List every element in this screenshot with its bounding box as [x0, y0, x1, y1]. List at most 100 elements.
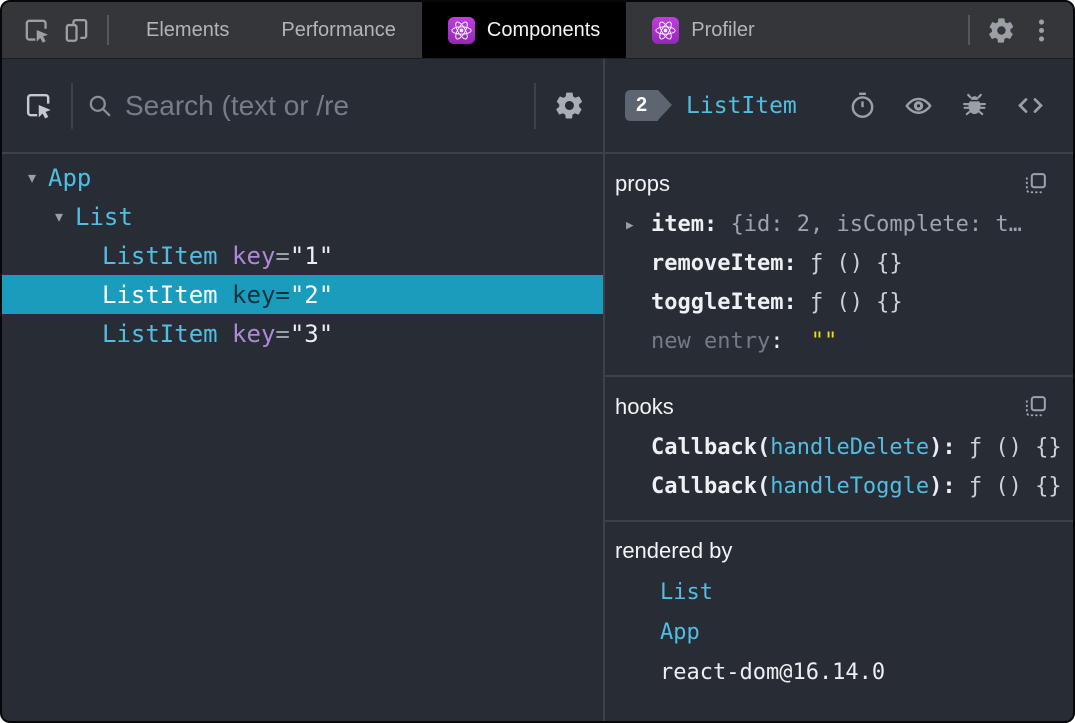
eye-icon[interactable]	[904, 91, 933, 120]
bug-icon[interactable]	[960, 91, 989, 120]
react-logo-icon	[652, 16, 680, 44]
section-title-row: hooks	[605, 381, 1073, 428]
key-attribute-value: "3"	[289, 319, 334, 348]
component-name: List	[75, 202, 133, 231]
section-rendered-by: rendered by List App react-dom@16.14.0	[605, 522, 1073, 721]
prop-row[interactable]: toggleItem: ƒ () {}	[605, 283, 1073, 322]
equals-sign: =	[275, 280, 290, 309]
prop-value: ƒ () {}	[809, 251, 903, 276]
tab-label: Components	[486, 18, 601, 41]
separator: :	[783, 290, 810, 315]
hook-value: ƒ () {}	[968, 474, 1062, 499]
tree-row[interactable]: ListItem key = "2"	[2, 275, 603, 314]
component-name: App	[48, 163, 92, 192]
expand-arrow-icon[interactable]: ▾	[16, 168, 48, 187]
key-attribute-name: key	[232, 280, 276, 309]
section-title: hooks	[615, 393, 674, 419]
tree-row[interactable]: ListItem key = "3"	[2, 314, 603, 353]
timer-icon[interactable]	[848, 91, 877, 120]
prop-name: item	[651, 212, 704, 237]
space[interactable]	[218, 242, 232, 270]
hook-type: Callback	[651, 474, 757, 499]
key-attribute-name: key	[232, 241, 276, 270]
component-tree: ▾ App ▾ List ListItem key = "1" ListItem key = "2…	[2, 154, 603, 721]
expand-arrow-icon[interactable]: ▾	[43, 207, 75, 226]
separator: :	[770, 329, 797, 354]
paren: )	[929, 474, 943, 499]
key-attribute-value: "1"	[289, 241, 334, 270]
tab-strip: Elements Performance Components Profiler	[120, 2, 781, 58]
tabbar-right-controls	[957, 2, 1073, 58]
toolbar-divider	[107, 15, 109, 45]
paren: (	[756, 474, 771, 499]
separator: :	[703, 212, 731, 237]
section-hooks: hooks Callback(handleDelete): ƒ () {} Call…	[605, 377, 1073, 522]
hook-type: Callback	[651, 435, 757, 460]
hook-name: handleDelete	[770, 435, 930, 460]
prop-row[interactable]: new entry: ""	[605, 322, 1073, 361]
rendered-by-row[interactable]: App	[605, 612, 1073, 652]
copy-icon[interactable]	[1022, 170, 1049, 197]
paren: )	[929, 435, 943, 460]
search-icon	[86, 92, 113, 119]
hook-name: handleToggle	[770, 474, 930, 499]
rendered-by-row[interactable]: List	[605, 572, 1073, 612]
section-title-row: props	[605, 158, 1073, 205]
tab-performance[interactable]: Performance	[255, 2, 422, 58]
tab-elements[interactable]: Elements	[120, 2, 255, 58]
more-options-icon[interactable]	[1021, 10, 1061, 50]
hook-row[interactable]: Callback(handleDelete): ƒ () {}	[605, 428, 1073, 467]
tree-settings-icon[interactable]	[549, 86, 589, 126]
space[interactable]	[218, 281, 232, 309]
tab-label: Profiler	[691, 18, 755, 41]
hook-value: ƒ () {}	[968, 435, 1062, 460]
tree-row[interactable]: ▾ App	[2, 158, 603, 197]
devtools-settings-icon[interactable]	[981, 10, 1021, 50]
prop-value: ƒ () {}	[809, 290, 903, 315]
prop-value[interactable]: ""	[811, 329, 838, 354]
search-box	[86, 89, 521, 122]
owner-component-link[interactable]: App	[660, 620, 700, 645]
new-entry-name[interactable]: new entry	[651, 329, 770, 354]
component-name: ListItem	[102, 241, 218, 270]
toolbar-divider	[534, 82, 536, 129]
device-toolbar-icon[interactable]	[56, 10, 96, 50]
expand-arrow-icon[interactable]: ▸	[626, 215, 634, 233]
prop-name: toggleItem	[651, 290, 784, 315]
selected-component-name: ListItem	[686, 92, 797, 119]
separator: :	[783, 251, 810, 276]
tab-profiler[interactable]: Profiler	[626, 2, 780, 58]
inspector-actions	[848, 91, 1045, 120]
separator: :	[942, 474, 969, 499]
devtools-tabbar: Elements Performance Components Profiler	[2, 2, 1073, 59]
equals-sign: =	[275, 319, 290, 348]
prop-row[interactable]: removeItem: ƒ () {}	[605, 244, 1073, 283]
copy-icon[interactable]	[1022, 393, 1049, 420]
paren: (	[756, 435, 771, 460]
inspect-element-icon[interactable]	[16, 10, 56, 50]
tab-components[interactable]: Components	[421, 2, 627, 58]
key-attribute-value: "2"	[289, 280, 334, 309]
section-title-row: rendered by	[605, 526, 1073, 572]
tree-row[interactable]: ▾ List	[2, 197, 603, 236]
renderer-version-label: react-dom@16.14.0	[660, 659, 886, 685]
tree-toolbar	[2, 59, 603, 154]
tree-row[interactable]: ListItem key = "1"	[2, 236, 603, 275]
view-source-icon[interactable]	[1016, 91, 1045, 120]
pick-element-icon[interactable]	[18, 86, 58, 126]
owner-component-link[interactable]: List	[660, 580, 713, 605]
section-title: rendered by	[615, 538, 733, 563]
tab-label: Performance	[281, 18, 396, 41]
separator: :	[942, 435, 969, 460]
space[interactable]	[218, 320, 232, 348]
react-logo-icon	[447, 16, 475, 44]
prop-row[interactable]: ▸ item: {id: 2, isComplete: t…	[605, 205, 1073, 244]
hook-row[interactable]: Callback(handleToggle): ƒ () {}	[605, 467, 1073, 506]
equals-sign: =	[275, 241, 290, 270]
component-name: ListItem	[102, 319, 218, 348]
components-tree-panel: ▾App▾ListListItem key="1"ListItem key="2…	[2, 59, 605, 721]
component-inspector-panel: 2 ListItem props ▸ item: {id: 2, isComplet…	[605, 59, 1073, 721]
search-input[interactable]	[113, 89, 521, 122]
prop-name: removeItem	[651, 251, 784, 276]
owners-stack-badge[interactable]: 2	[625, 90, 672, 121]
